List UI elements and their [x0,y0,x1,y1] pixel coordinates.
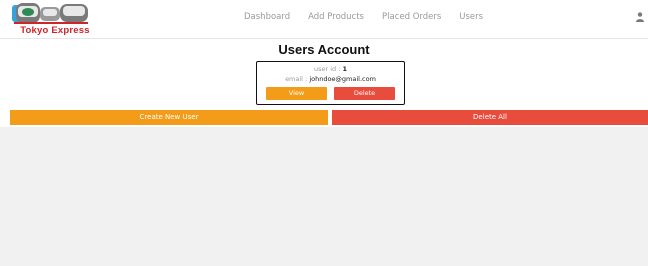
delete-user-button[interactable]: Delete [334,87,395,100]
page-title: Users Account [278,42,370,57]
user-email-value: johndoe@gmail.com [309,75,376,83]
user-id-line: user id : 1 [257,65,404,73]
user-id-label: user id : [313,65,343,73]
nav-dashboard[interactable]: Dashboard [244,12,290,22]
user-email-label: email : [285,75,310,83]
user-card: user id : 1 email : johndoe@gmail.com Vi… [256,61,405,105]
user-icon[interactable] [636,12,644,22]
nav-placed-orders[interactable]: Placed Orders [382,12,441,22]
view-user-button[interactable]: View [266,87,327,100]
user-id-value: 1 [342,65,348,73]
content-area [0,127,648,266]
create-new-user-button[interactable]: Create New User [10,110,328,125]
brand-name: Tokyo Express [20,25,90,36]
top-header: Tokyo Express Dashboard Add Products Pla… [0,0,648,39]
train-logo-icon [12,3,88,24]
nav-users[interactable]: Users [459,12,483,22]
delete-all-button[interactable]: Delete All [332,110,648,125]
main-nav: Dashboard Add Products Placed Orders Use… [244,12,483,22]
action-bar: Create New User Delete All [0,110,648,125]
brand-logo[interactable]: Tokyo Express [10,2,100,36]
user-email-line: email : johndoe@gmail.com [257,75,404,83]
nav-add-products[interactable]: Add Products [308,12,364,22]
